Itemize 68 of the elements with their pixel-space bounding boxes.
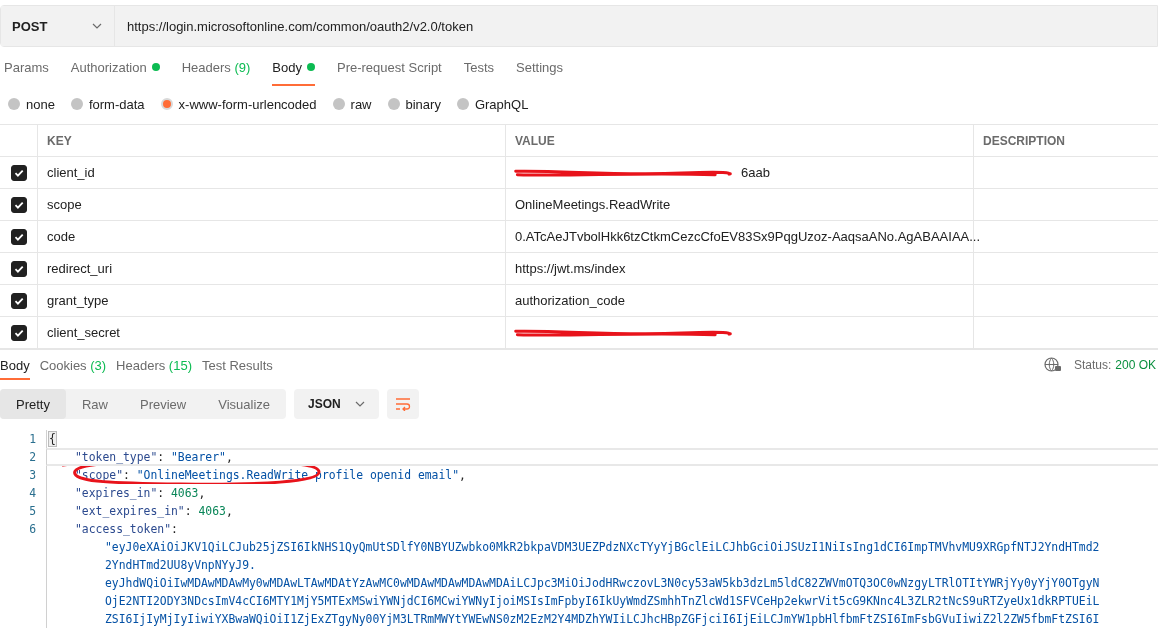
column-header: KEY [47,133,72,148]
line-number: 2 [29,450,36,464]
code-line: "expires_in": 4063, [75,486,206,500]
code-line: "eyJ0eXAiOiJKV1QiLCJub25jZSI6IkNHS1QyQmUtSDlfY0NBYUZwbko0MkR2bkpaVDM3UEZPdzNXcTYyYjBGclEiLCJhbGciOiJSUzI1NiIsIng1dCI6ImpTMVhvMU9XRGpfNTJ2YndHTmd2 [105,540,1100,554]
view-mode-tab[interactable]: Raw [65,389,124,419]
table-cell: scope [47,197,82,212]
body-type-option[interactable]: none [8,96,55,112]
line-number: 5 [29,504,36,518]
code-line: "ext_expires_in": 4063, [75,504,233,518]
request-tab[interactable]: Tests [463,50,495,86]
radio-button-icon[interactable] [8,98,20,110]
table-cell: 6aab [741,165,770,180]
radio-button-icon[interactable] [160,98,173,110]
line-number: 4 [29,486,36,500]
code-line: "token_type": "Bearer", [75,450,233,464]
radio-button-icon[interactable] [70,98,83,110]
wrap-lines-icon [394,397,411,411]
checkbox[interactable] [10,260,27,277]
code-line: eyJhdWQiOiIwMDAwMDAwMy0wMDAwLTAwMDAtYzAwMC0wMDAwMDAwMDAwMDAiLCJpc3MiOiJodHRwczovL3N0cy53aW5kb3dzLm5ldC82ZWVmOTQ3OC0wNzgyLTRlOTItYWRjYy0yYjY0OTgyN [105,576,1100,590]
request-tab[interactable]: Pre-request Script [336,50,442,86]
table-cell: client_secret [47,325,120,340]
checkbox[interactable] [10,292,27,309]
table-cell: client_id [47,165,95,180]
table-cell: authorization_code [515,293,625,308]
table-cell: redirect_uri [47,261,113,276]
request-tab[interactable]: Authorization [70,50,160,86]
line-number: 1 [29,432,36,446]
body-type-option[interactable]: form-data [70,96,145,112]
code-line: 2YndHTmd2UU8yVnpNYyJ9. [105,558,256,572]
request-tab[interactable]: Headers (9) [181,50,251,86]
checkbox[interactable] [10,228,27,245]
body-type-option[interactable]: raw [332,96,372,112]
request-tab[interactable]: Body [272,50,315,86]
table-cell: 0.ATcAeJTvbolHkk6tzCtkmCezcCfoEV83Sx9PqgUzoz-AaqsaANo.AgABAAIAA... [515,229,981,244]
code-line: OjE2NTI2ODY3NDcsImV4cCI6MTY1MjY5MTExMSwiYWNjdCI6MCwiYWNyIjoiMSIsImFpbyI6IkUyWmdZSmhhTnZlcWd1SFVCeHp2ekwrVit5cG9KNnc4L3ZLR2tNcS9uRTZyeUx1dkRPTUEiL [105,594,1100,608]
request-tab[interactable]: Params [4,50,49,86]
radio-button-icon[interactable] [332,98,345,110]
body-type-option[interactable]: binary [387,96,441,112]
checkbox[interactable] [10,324,27,341]
column-header: VALUE [515,133,555,148]
response-tab[interactable]: Cookies (3) [39,350,107,380]
chevron-down-icon [354,401,365,407]
table-cell: https://jwt.ms/index [515,261,626,276]
checkbox[interactable] [10,196,27,213]
status-label: Status: [1073,358,1112,372]
table-cell: grant_type [47,293,109,308]
format-dropdown[interactable]: JSON [294,389,379,419]
view-mode-tab[interactable]: Visualize [202,389,287,419]
body-type-option[interactable]: GraphQL [456,96,529,112]
status-value: 200 OK [1115,358,1156,372]
code-line: ZSI6IjIyMjIyIiwiYXBwaWQiOiI1ZjExZTgyNy00YjM3LTRmMWYtYWEwNS0zM2EzM2Y4MDZhYWIiLCJhcHBpZGFjciI6IjEiLCJmYW1pbHlfbmFtZSI6ImFsbGVuIiwiZ2l2ZW5fbmFtZSI6I [105,612,1100,626]
request-tab[interactable]: Settings [516,50,564,86]
table-cell: code [47,229,76,244]
body-type-option[interactable]: x-www-form-urlencoded [160,96,317,112]
view-mode-tab[interactable]: Preview [124,389,203,419]
table-cell: OnlineMeetings.ReadWrite [515,197,671,212]
response-tab[interactable]: Test Results [202,350,273,380]
globe-icon[interactable] [1043,357,1062,373]
radio-button-icon[interactable] [387,98,400,110]
response-tab[interactable]: Body [0,350,30,380]
checkbox[interactable] [10,164,27,181]
view-mode-tab[interactable]: Pretty [0,389,66,419]
line-number: 3 [29,468,36,482]
code-line: "access_token": [75,522,178,536]
column-header: DESCRIPTION [983,133,1065,148]
radio-button-icon[interactable] [456,98,469,110]
line-number: 6 [29,522,36,536]
response-tab[interactable]: Headers (15) [116,350,192,380]
